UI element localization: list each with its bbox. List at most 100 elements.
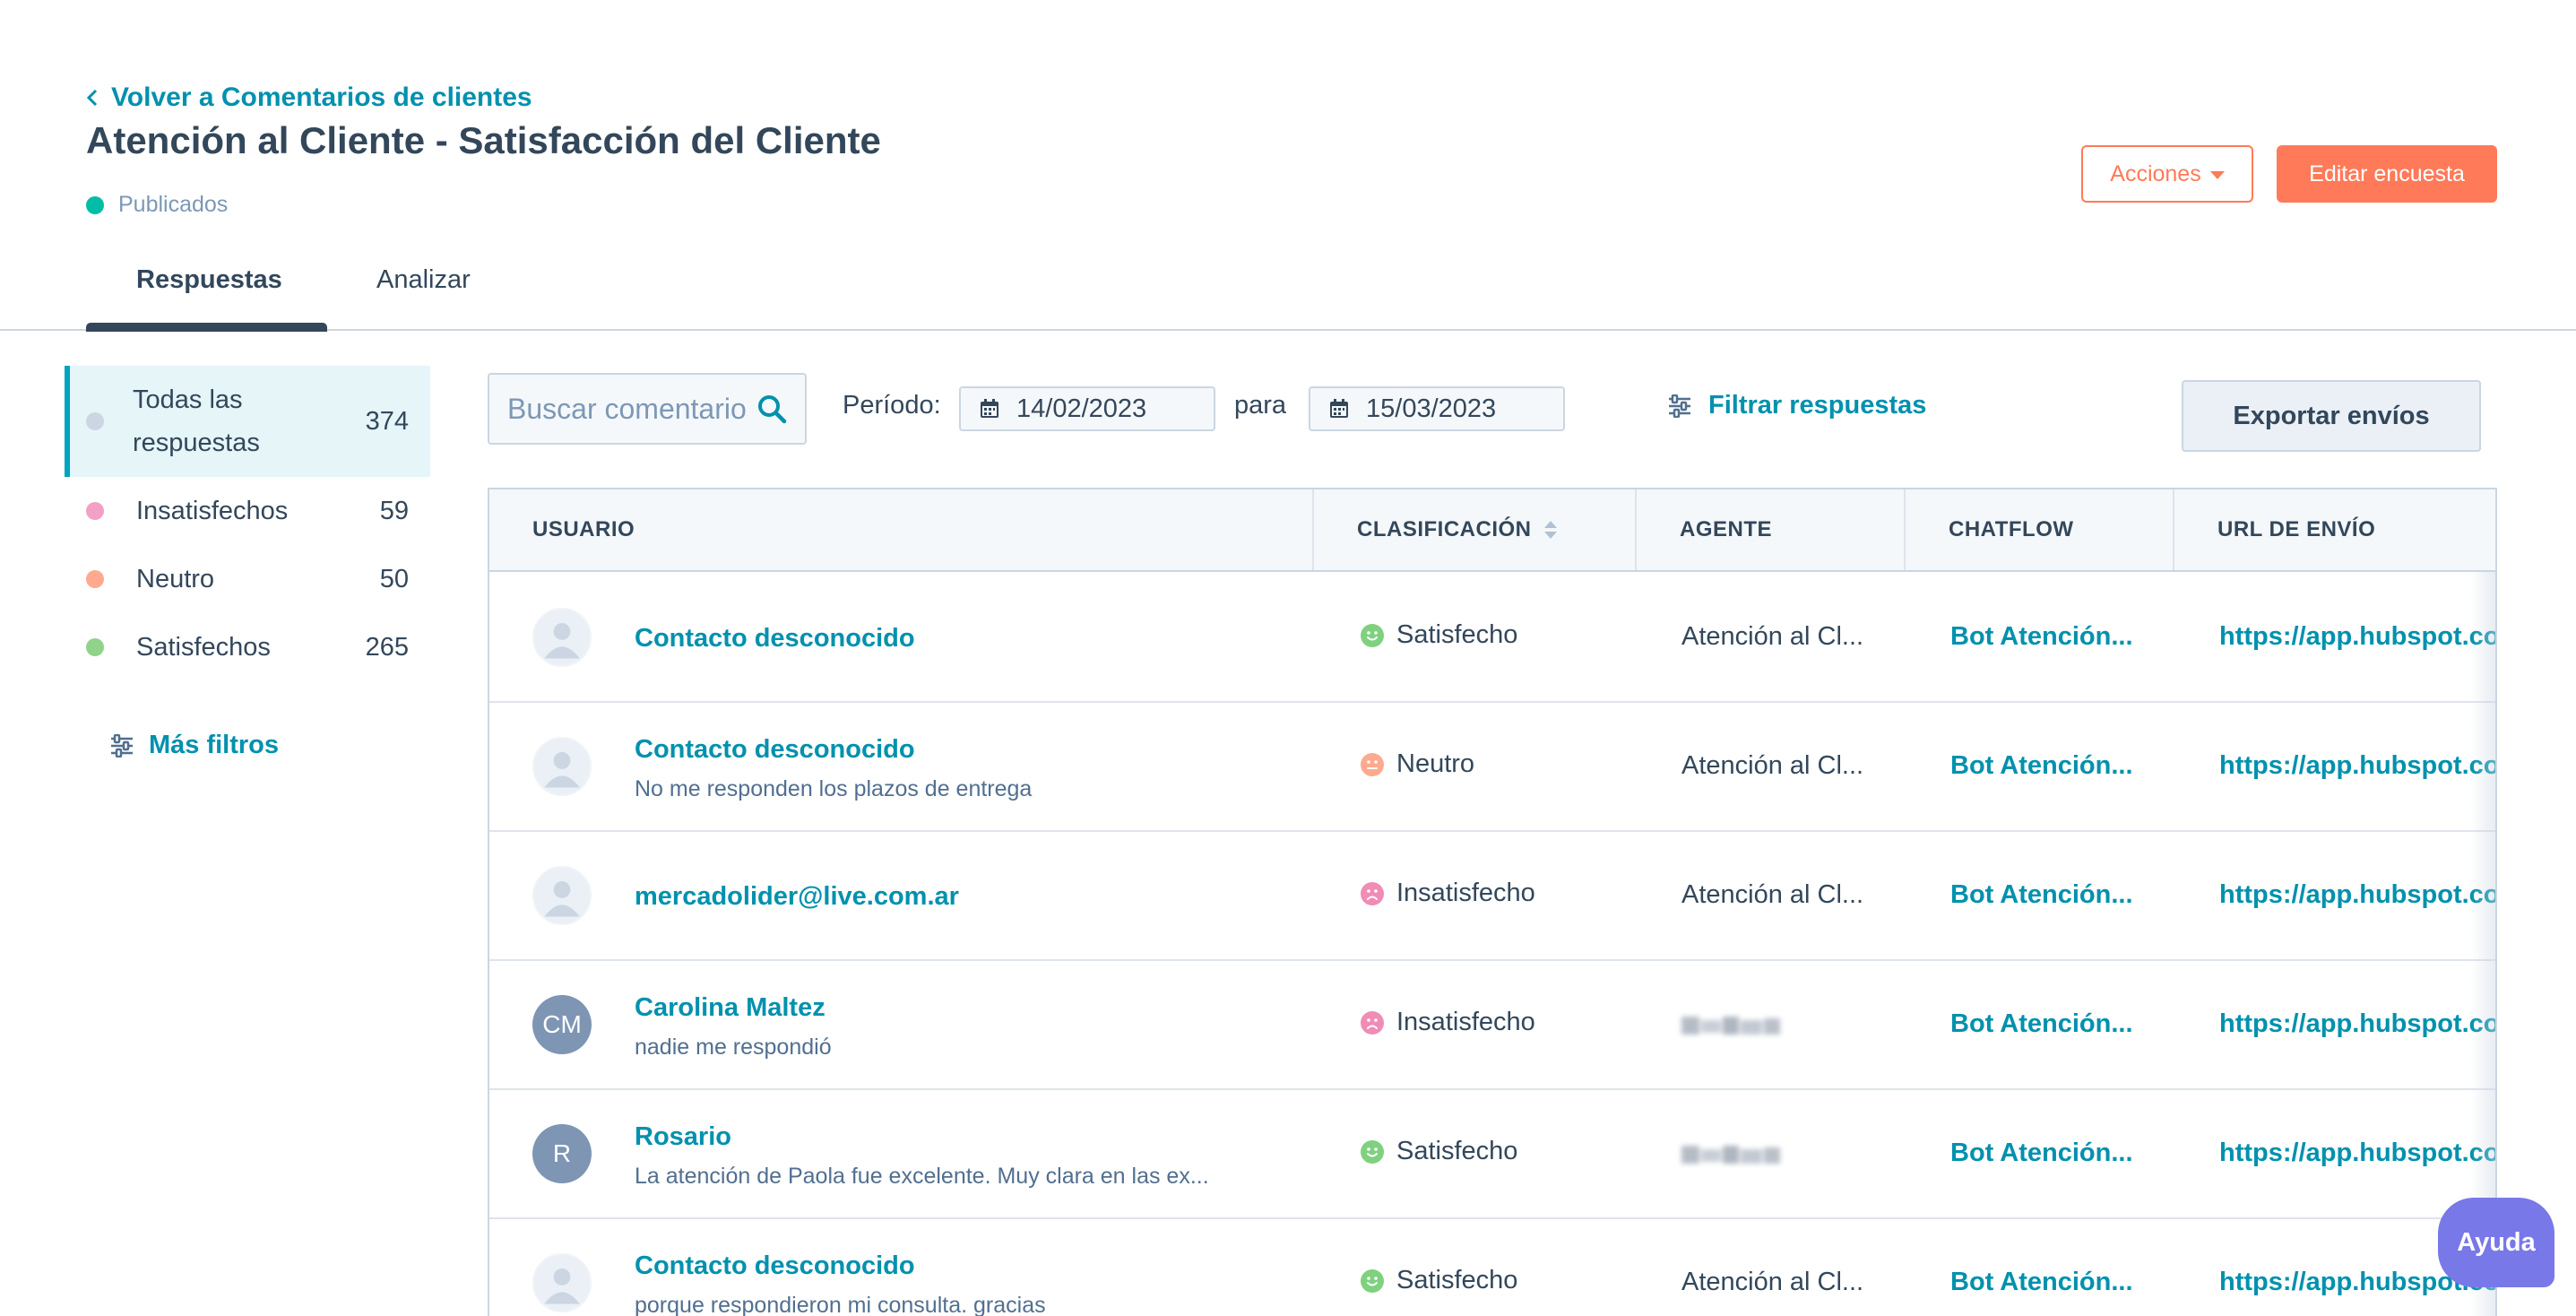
- table-row[interactable]: Contacto desconocido Satisfecho Atención a…: [489, 574, 2495, 703]
- sidebar-item-neutral[interactable]: Neutro 50: [86, 558, 409, 601]
- rating-face-icon: [1361, 752, 1384, 776]
- sidebar-item-label: Neutro: [136, 565, 215, 593]
- avatar: [532, 608, 592, 667]
- submission-url-link[interactable]: https://app.hubspot.com: [2219, 622, 2495, 652]
- export-submissions-button[interactable]: Exportar envíos: [2182, 380, 2481, 452]
- column-header-agent[interactable]: AGENTE: [1635, 489, 1904, 570]
- sidebar-item-count: 265: [365, 632, 409, 662]
- sidebar-item-label: Satisfechos: [136, 633, 271, 662]
- status-indicator: Publicados: [86, 192, 228, 218]
- filter-responses-link[interactable]: Filtrar respuestas: [1667, 391, 1926, 420]
- table-row[interactable]: Contacto desconocido porque respondieron …: [489, 1219, 2495, 1316]
- avatar: CM: [532, 995, 592, 1054]
- chevron-left-icon: [86, 89, 98, 107]
- actions-button-label: Acciones: [2110, 160, 2201, 186]
- chatflow-link[interactable]: Bot Atención...: [1950, 1009, 2133, 1039]
- back-link-label: Volver a Comentarios de clientes: [111, 82, 532, 112]
- date-connector: para: [1234, 391, 1287, 420]
- sidebar-item-satisfied[interactable]: Satisfechos 265: [86, 626, 409, 669]
- person-placeholder-icon: [544, 881, 580, 917]
- more-filters-link[interactable]: Más filtros: [109, 731, 279, 760]
- column-header-url[interactable]: URL DE ENVÍO: [2173, 489, 2495, 570]
- avatar: [532, 866, 592, 925]
- status-label: Publicados: [118, 192, 229, 217]
- date-to-field[interactable]: 15/03/2023: [1309, 386, 1565, 431]
- rating-face-icon: [1361, 1139, 1384, 1164]
- column-header-rating[interactable]: CLASIFICACIÓN: [1312, 489, 1635, 570]
- caret-down-icon: [2209, 170, 2225, 179]
- table-row[interactable]: CM Carolina Maltez nadie me respondió Insat…: [489, 961, 2495, 1090]
- person-placeholder-icon: [544, 1268, 580, 1304]
- user-name-link[interactable]: Contacto desconocido: [635, 1251, 915, 1281]
- user-comment: nadie me respondió: [635, 1035, 832, 1060]
- rating-cell: Neutro: [1361, 749, 1474, 779]
- chatflow-link[interactable]: Bot Atención...: [1950, 1139, 2133, 1168]
- sliders-icon: [1669, 394, 1690, 418]
- sidebar-item-all[interactable]: Todas las respuestas 374: [86, 377, 409, 466]
- back-link[interactable]: Volver a Comentarios de clientes: [86, 82, 532, 113]
- agent-cell: Atención al Cl...: [1681, 751, 1864, 780]
- responses-table: USUARIO CLASIFICACIÓN AGENTE CHATFLOW UR…: [488, 488, 2497, 1316]
- agent-cell: Atención al Cl...: [1681, 622, 1864, 651]
- search-input[interactable]: [507, 392, 748, 426]
- calendar-icon: [981, 399, 998, 418]
- sidebar-dot-icon: [86, 638, 104, 656]
- chatflow-link[interactable]: Bot Atención...: [1950, 751, 2133, 781]
- search-icon[interactable]: [756, 394, 787, 424]
- rating-label: Satisfecho: [1396, 1137, 1518, 1165]
- tab-analyze[interactable]: Analizar: [376, 265, 471, 295]
- column-header-user[interactable]: USUARIO: [532, 489, 635, 570]
- column-header-chatflow[interactable]: CHATFLOW: [1904, 489, 2173, 570]
- period-label: Período:: [843, 391, 941, 420]
- table-row[interactable]: Contacto desconocido No me responden los …: [489, 703, 2495, 832]
- submission-url-link[interactable]: https://app.hubspot.com: [2219, 1139, 2495, 1168]
- sidebar-dot-icon: [86, 570, 104, 588]
- submission-url-link[interactable]: https://app.hubspot.com: [2219, 751, 2495, 781]
- redacted-agent-image: [1678, 1009, 1785, 1042]
- table-header: USUARIO CLASIFICACIÓN AGENTE CHATFLOW UR…: [489, 489, 2495, 572]
- rating-cell: Satisfecho: [1361, 620, 1517, 650]
- user-name-link[interactable]: Carolina Maltez: [635, 993, 826, 1023]
- date-from-value: 14/02/2023: [1016, 394, 1147, 423]
- sidebar-item-dissatisfied[interactable]: Insatisfechos 59: [86, 489, 409, 532]
- column-header-label: CLASIFICACIÓN: [1357, 517, 1532, 541]
- table-row[interactable]: R Rosario La atención de Paola fue excelen…: [489, 1090, 2495, 1219]
- avatar: [532, 737, 592, 796]
- agent-cell: Atención al Cl...: [1681, 880, 1864, 909]
- rating-face-icon: [1361, 1268, 1384, 1293]
- page-title: Atención al Cliente - Satisfacción del C…: [86, 119, 881, 161]
- table-row[interactable]: mercadolider@live.com.ar Insatisfecho Aten…: [489, 832, 2495, 961]
- sliders-icon: [111, 733, 133, 758]
- submission-url-link[interactable]: https://app.hubspot.com: [2219, 880, 2495, 910]
- agent-cell: Atención al Cl...: [1681, 1268, 1864, 1296]
- date-from-field[interactable]: 14/02/2023: [959, 386, 1215, 431]
- more-filters-label: Más filtros: [149, 731, 280, 759]
- chatflow-link[interactable]: Bot Atención...: [1950, 1268, 2133, 1297]
- chatflow-link[interactable]: Bot Atención...: [1950, 622, 2133, 652]
- actions-button[interactable]: Acciones: [2081, 145, 2253, 203]
- avatar: R: [532, 1124, 592, 1183]
- sidebar-item-count: 50: [379, 564, 409, 593]
- date-to-value: 15/03/2023: [1366, 394, 1497, 423]
- user-name-link[interactable]: Contacto desconocido: [635, 624, 915, 654]
- submission-url-link[interactable]: https://app.hubspot.com: [2219, 1009, 2495, 1039]
- tabs-divider: [0, 329, 2576, 331]
- sidebar-item-label: Todas las respuestas: [133, 385, 260, 457]
- person-placeholder-icon: [544, 623, 580, 659]
- redacted-agent-image: [1678, 1139, 1785, 1171]
- calendar-icon: [1330, 399, 1348, 418]
- tab-responses[interactable]: Respuestas: [136, 265, 282, 295]
- status-dot-icon: [86, 195, 104, 214]
- user-name-link[interactable]: Contacto desconocido: [635, 735, 915, 765]
- sort-icon: [1543, 521, 1557, 539]
- search-box: [488, 373, 807, 445]
- rating-label: Insatisfecho: [1396, 879, 1535, 907]
- edit-survey-button[interactable]: Editar encuesta: [2277, 145, 2497, 203]
- user-name-link[interactable]: Rosario: [635, 1122, 731, 1152]
- user-name-link[interactable]: mercadolider@live.com.ar: [635, 882, 959, 912]
- chatflow-link[interactable]: Bot Atención...: [1950, 880, 2133, 910]
- help-button[interactable]: Ayuda: [2438, 1198, 2554, 1287]
- sidebar-dot-icon: [86, 502, 104, 520]
- person-placeholder-icon: [544, 752, 580, 788]
- avatar: [532, 1253, 592, 1312]
